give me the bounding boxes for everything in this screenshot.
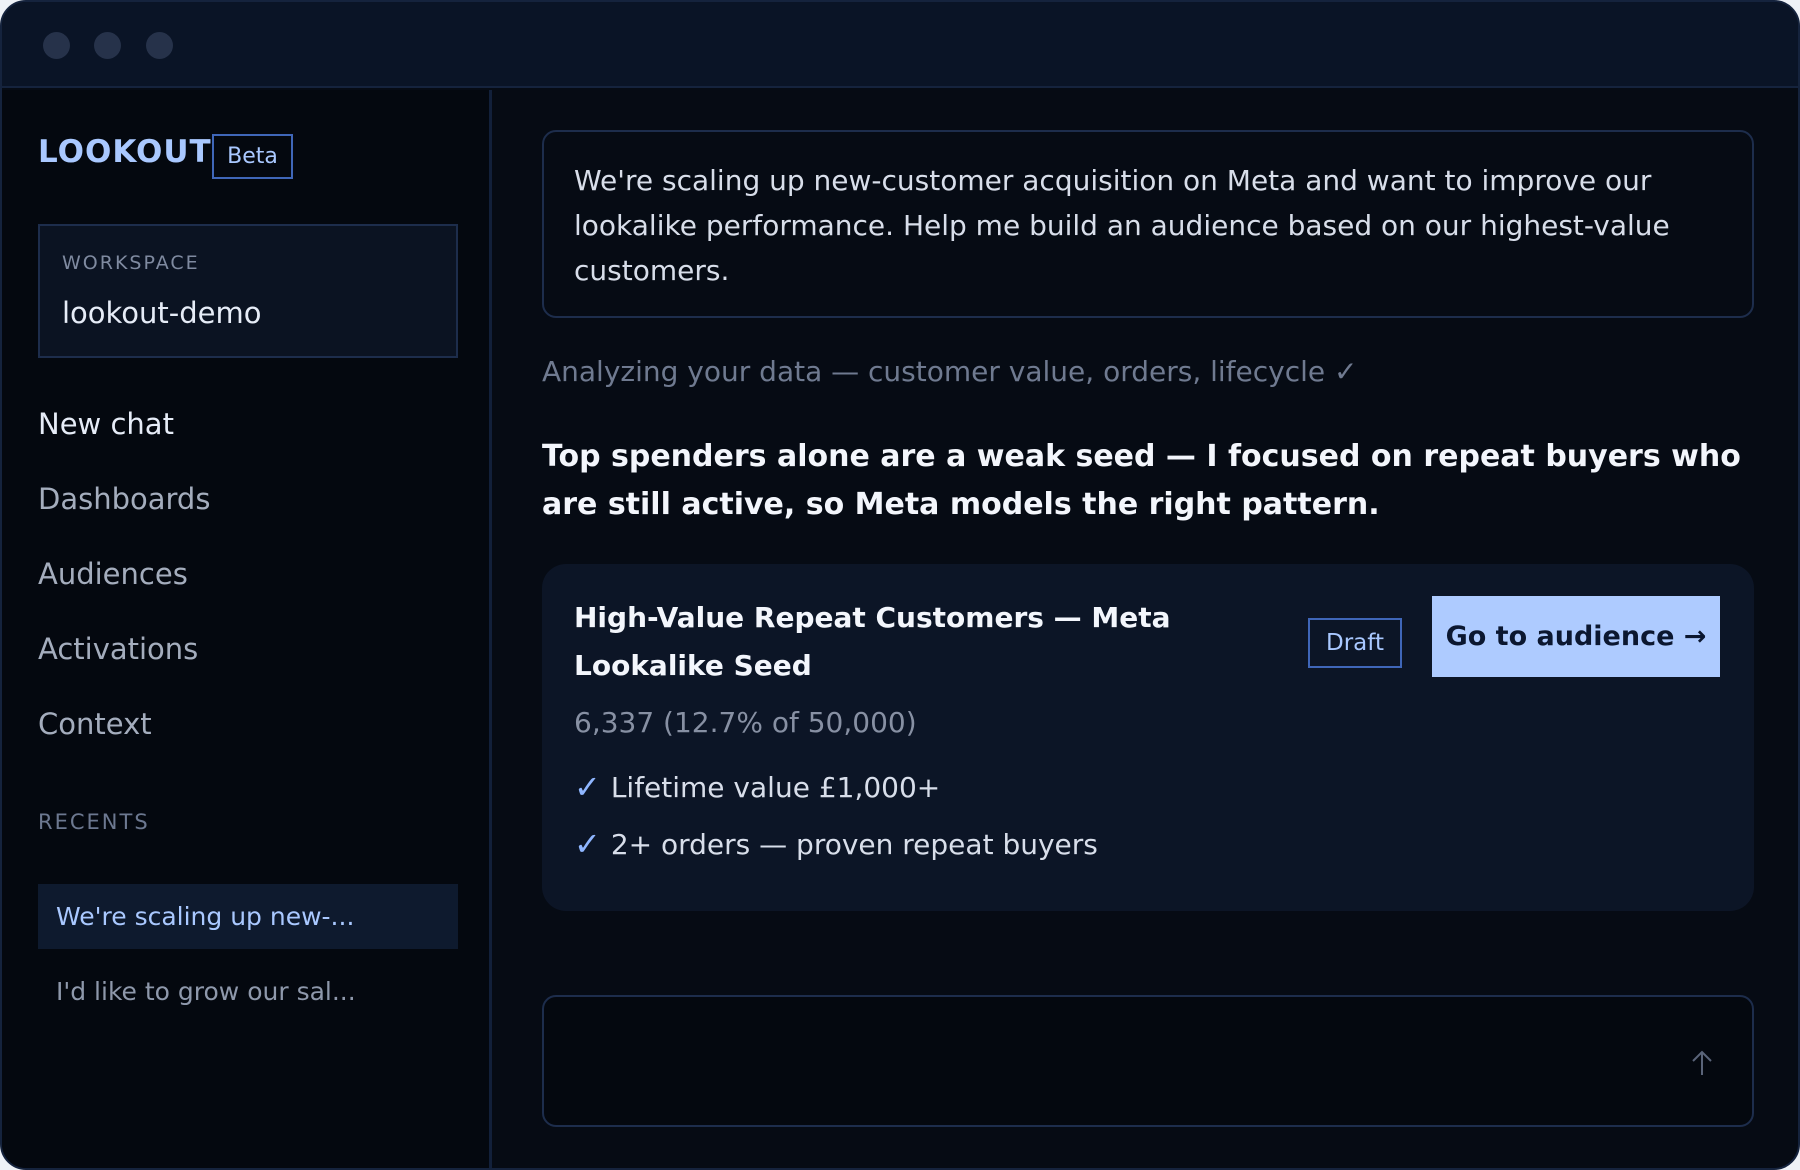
analysis-status: Analyzing your data — customer value, or…	[542, 355, 1358, 388]
draft-badge: Draft	[1308, 618, 1402, 668]
criterion-item: ✓ Lifetime value £1,000+	[574, 768, 940, 806]
go-to-audience-button[interactable]: Go to audience →	[1432, 596, 1720, 677]
beta-badge: Beta	[212, 134, 293, 179]
criterion-text: 2+ orders — proven repeat buyers	[610, 827, 1098, 861]
assistant-message: Top spenders alone are a weak seed — I f…	[542, 439, 1741, 522]
nav-dashboards[interactable]: Dashboards	[38, 482, 210, 516]
workspace-selector[interactable]: WORKSPACE lookout-demo	[38, 224, 458, 358]
window-close-dot[interactable]	[43, 32, 70, 59]
workspace-name: lookout-demo	[62, 296, 262, 330]
check-icon: ✓	[574, 825, 601, 863]
message-input[interactable]	[568, 1017, 1648, 1107]
nav-activations[interactable]: Activations	[38, 632, 198, 666]
criterion-text: Lifetime value £1,000+	[610, 770, 941, 804]
title-bar	[2, 2, 1798, 88]
recent-chat-item[interactable]: I'd like to grow our sal...	[38, 959, 458, 1024]
audience-title: High-Value Repeat Customers — Meta Looka…	[574, 601, 1171, 682]
message-composer	[542, 995, 1754, 1127]
chat-main: We're scaling up new-customer acquisitio…	[495, 90, 1798, 1168]
recents-heading: RECENTS	[38, 810, 150, 834]
nav-context[interactable]: Context	[38, 707, 152, 741]
nav-new-chat[interactable]: New chat	[38, 407, 174, 441]
arrow-up-icon[interactable]	[1682, 1043, 1722, 1083]
window-maximize-dot[interactable]	[146, 32, 173, 59]
criterion-item: ✓ 2+ orders — proven repeat buyers	[574, 825, 1098, 863]
app-window: LOOKOUT Beta WORKSPACE lookout-demo New …	[0, 0, 1800, 1170]
workspace-label: WORKSPACE	[62, 252, 200, 274]
user-message: We're scaling up new-customer acquisitio…	[542, 130, 1754, 318]
check-icon: ✓	[574, 768, 601, 806]
nav-audiences[interactable]: Audiences	[38, 557, 188, 591]
window-minimize-dot[interactable]	[94, 32, 121, 59]
brand-logo: LOOKOUT	[38, 134, 212, 170]
audience-size: 6,337 (12.7% of 50,000)	[574, 706, 917, 739]
audience-card: High-Value Repeat Customers — Meta Looka…	[542, 564, 1754, 911]
recent-chat-item[interactable]: We're scaling up new-...	[38, 884, 458, 949]
